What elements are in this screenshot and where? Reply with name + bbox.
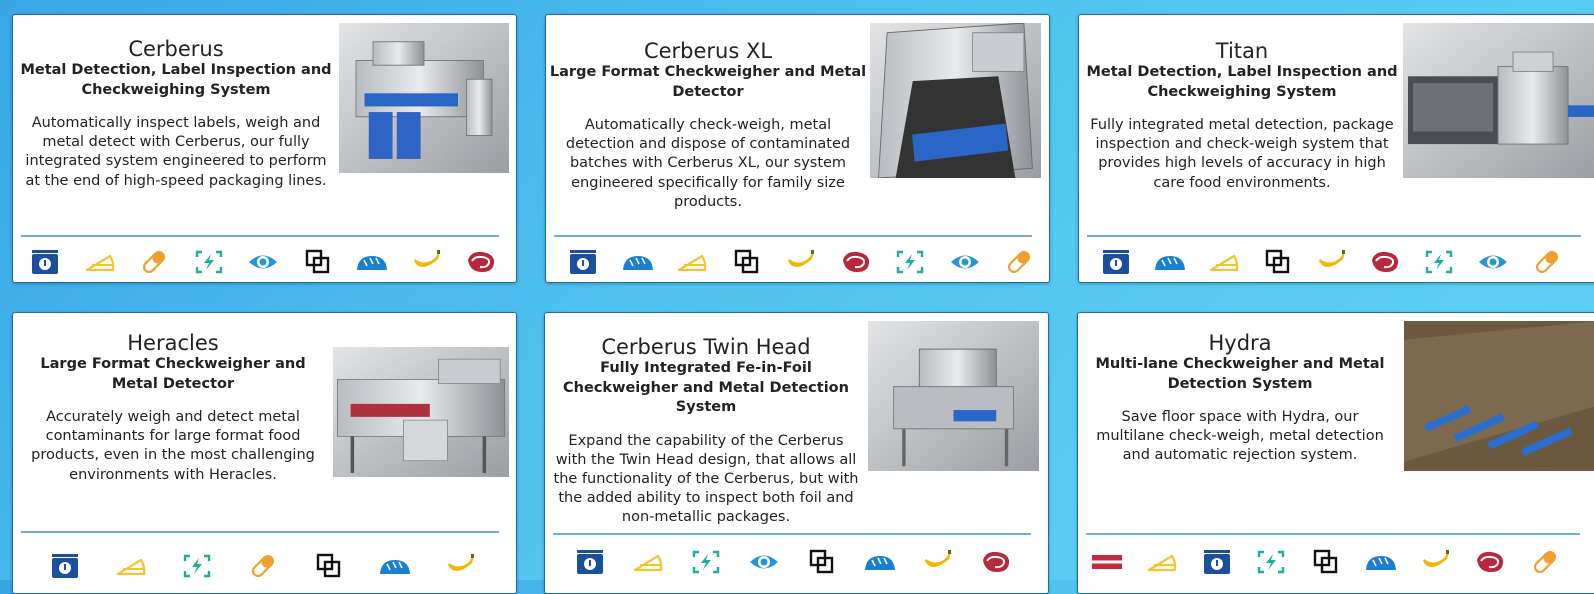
application-icons: [1090, 545, 1562, 579]
product-title: Titan: [1215, 39, 1269, 63]
product-description: Accurately weigh and detect metal contam…: [31, 409, 315, 483]
scale-icon[interactable]: [1099, 247, 1133, 277]
cheese-icon[interactable]: [631, 547, 665, 577]
product-text: Hydra Multi-lane Checkweigher and Metal D…: [1088, 331, 1392, 466]
capsule-icon[interactable]: [1002, 247, 1036, 277]
meat-icon[interactable]: [1473, 547, 1507, 577]
cheese-icon[interactable]: [83, 247, 117, 277]
product-title: Hydra: [1208, 331, 1272, 355]
product-text: Cerberus XL Large Format Checkweigher and…: [549, 39, 867, 212]
bread-icon[interactable]: [1153, 247, 1187, 277]
card-divider: [21, 235, 499, 237]
eye-icon[interactable]: [246, 247, 280, 277]
application-icons: [573, 545, 1013, 579]
bread-icon[interactable]: [863, 547, 897, 577]
product-subtitle: Multi-lane Checkweigher and Metal Detect…: [1095, 356, 1385, 392]
scale-icon[interactable]: [566, 247, 600, 277]
product-text: Titan Metal Detection, Label Inspection a…: [1085, 39, 1399, 193]
bread-icon[interactable]: [378, 551, 412, 581]
product-card[interactable]: Cerberus Metal Detection, Label Inspectio…: [12, 14, 517, 283]
capsule-icon[interactable]: [137, 247, 171, 277]
application-icons: [566, 245, 1036, 279]
product-subtitle: Metal Detection, Label Inspection and Ch…: [1086, 64, 1398, 100]
eye-icon[interactable]: [747, 547, 781, 577]
product-subtitle: Large Format Checkweigher and Metal Dete…: [40, 356, 306, 392]
meat-icon[interactable]: [839, 247, 873, 277]
scale-icon[interactable]: [573, 547, 607, 577]
card-divider: [1087, 235, 1581, 237]
product-description: Expand the capability of the Cerberus wi…: [553, 432, 859, 526]
label-icon[interactable]: [1090, 547, 1124, 577]
product-text: Cerberus Twin Head Fully Integrated Fe-in…: [551, 335, 861, 528]
capsule-icon[interactable]: [1530, 247, 1564, 277]
banana-icon[interactable]: [921, 547, 955, 577]
card-divider: [21, 531, 499, 533]
product-description: Automatically check-weigh, metal detecti…: [565, 117, 851, 210]
application-icons: [48, 549, 478, 583]
capsule-icon[interactable]: [246, 551, 280, 581]
capsule-icon[interactable]: [1528, 547, 1562, 577]
scale-icon[interactable]: [28, 247, 62, 277]
package-icon[interactable]: [1261, 247, 1295, 277]
application-icons: [28, 245, 498, 279]
product-title: Cerberus: [128, 37, 224, 61]
product-title: Heracles: [127, 331, 219, 355]
package-icon[interactable]: [1309, 547, 1343, 577]
product-text: Cerberus Metal Detection, Label Inspectio…: [19, 37, 333, 191]
scale-icon[interactable]: [1200, 547, 1234, 577]
product-description: Fully integrated metal detection, packag…: [1090, 117, 1394, 191]
metal-detection-icon[interactable]: [893, 247, 927, 277]
cheese-icon[interactable]: [1207, 247, 1241, 277]
product-subtitle: Fully Integrated Fe-in-Foil Checkweigher…: [563, 360, 849, 415]
product-card[interactable]: Cerberus XL Large Format Checkweigher and…: [545, 14, 1050, 283]
product-subtitle: Metal Detection, Label Inspection and Ch…: [20, 62, 332, 98]
product-text: Heracles Large Format Checkweigher and Me…: [23, 331, 323, 485]
metal-detection-icon[interactable]: [689, 547, 723, 577]
metal-detection-icon[interactable]: [192, 247, 226, 277]
eye-icon[interactable]: [948, 247, 982, 277]
bread-icon[interactable]: [621, 247, 655, 277]
product-card[interactable]: Heracles Large Format Checkweigher and Me…: [12, 312, 517, 594]
meat-icon[interactable]: [464, 247, 498, 277]
titan-machine-photo[interactable]: [1403, 23, 1594, 178]
package-icon[interactable]: [301, 247, 335, 277]
meat-icon[interactable]: [1368, 247, 1402, 277]
product-card[interactable]: Cerberus Twin Head Fully Integrated Fe-in…: [544, 312, 1049, 594]
heracles-machine-photo[interactable]: [333, 347, 509, 477]
card-divider: [553, 533, 1031, 535]
bread-icon[interactable]: [1364, 547, 1398, 577]
cheese-icon[interactable]: [114, 551, 148, 581]
product-description: Save floor space with Hydra, our multila…: [1096, 409, 1384, 464]
hydra-machine-photo[interactable]: [1404, 321, 1594, 471]
product-card[interactable]: Titan Metal Detection, Label Inspection a…: [1078, 14, 1594, 283]
application-icons: [1099, 245, 1564, 279]
cerberus-machine-photo[interactable]: [339, 23, 509, 173]
cheese-icon[interactable]: [1145, 547, 1179, 577]
banana-icon[interactable]: [1419, 547, 1453, 577]
product-title: Cerberus Twin Head: [601, 335, 811, 359]
product-description: Automatically inspect labels, weigh and …: [25, 115, 327, 189]
cheese-icon[interactable]: [675, 247, 709, 277]
card-divider: [1086, 533, 1580, 535]
package-icon[interactable]: [730, 247, 764, 277]
cerberus-xl-machine-photo[interactable]: [870, 23, 1041, 178]
eye-icon[interactable]: [1476, 247, 1510, 277]
meat-icon[interactable]: [979, 547, 1013, 577]
product-title: Cerberus XL: [643, 39, 773, 63]
banana-icon[interactable]: [784, 247, 818, 277]
metal-detection-icon[interactable]: [1254, 547, 1288, 577]
metal-detection-icon[interactable]: [1422, 247, 1456, 277]
cerberus-twin-head-machine-photo[interactable]: [868, 321, 1039, 471]
banana-icon[interactable]: [444, 551, 478, 581]
banana-icon[interactable]: [410, 247, 444, 277]
package-icon[interactable]: [312, 551, 346, 581]
banana-icon[interactable]: [1315, 247, 1349, 277]
product-subtitle: Large Format Checkweigher and Metal Dete…: [549, 64, 867, 100]
package-icon[interactable]: [805, 547, 839, 577]
metal-detection-icon[interactable]: [180, 551, 214, 581]
card-divider: [554, 235, 1032, 237]
product-card[interactable]: Hydra Multi-lane Checkweigher and Metal D…: [1077, 312, 1594, 594]
bread-icon[interactable]: [355, 247, 389, 277]
scale-icon[interactable]: [48, 551, 82, 581]
